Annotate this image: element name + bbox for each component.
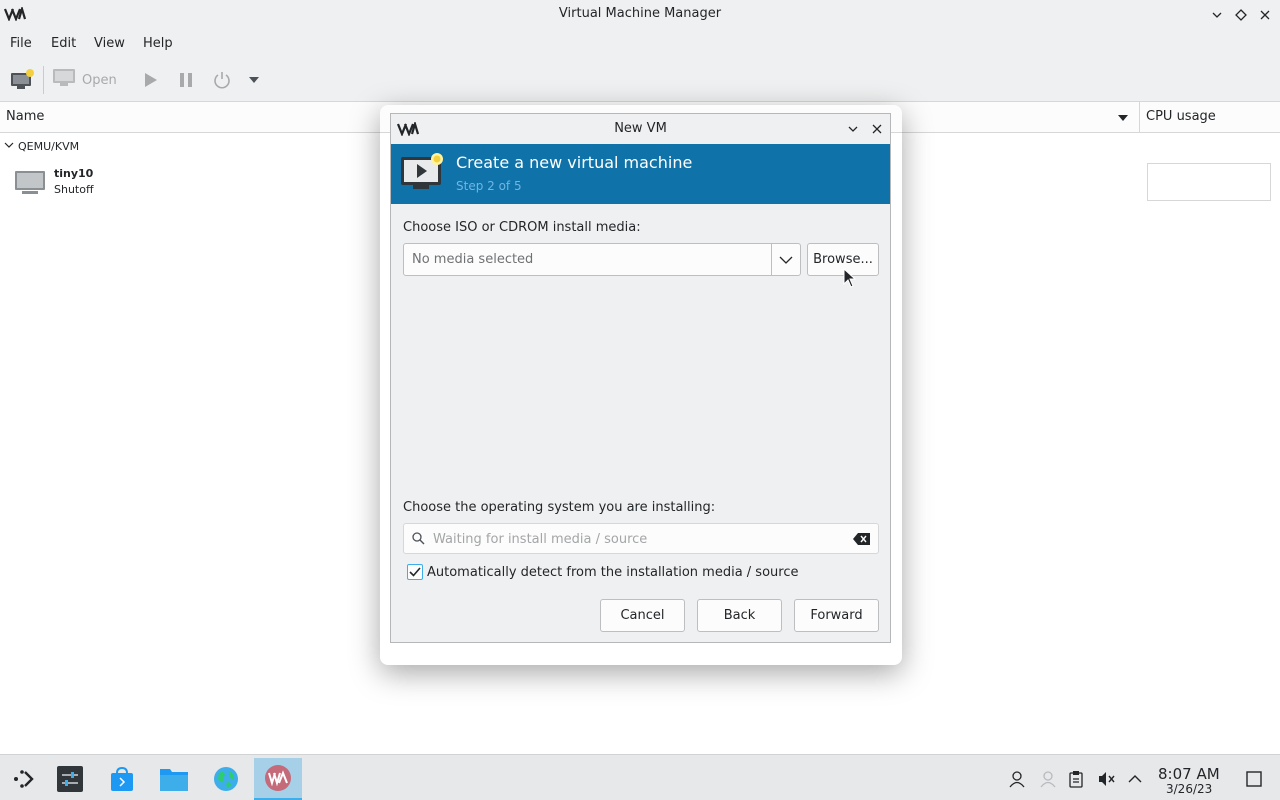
dialog-titlebar: New VM [391,114,890,144]
shutdown-menu-chevron-down-icon[interactable] [244,66,264,94]
menu-view[interactable]: View [94,36,125,51]
install-media-combobox[interactable]: No media selected [403,243,801,276]
menu-file[interactable]: File [10,36,32,51]
install-media-value: No media selected [412,252,534,267]
dialog-heading: Create a new virtual machine [456,153,693,172]
os-search-placeholder: Waiting for install media / source [433,532,648,547]
user-icon[interactable] [1007,769,1027,789]
run-button[interactable] [138,66,162,94]
pause-button[interactable] [174,66,198,94]
back-button[interactable]: Back [697,599,782,632]
close-icon[interactable] [1256,6,1274,24]
new-vm-icon [399,151,447,199]
monitor-icon [52,68,76,92]
vm-row[interactable]: tiny10 Shutoff [0,164,380,200]
column-divider [1139,102,1140,133]
menu-help[interactable]: Help [143,36,173,51]
maximize-icon[interactable] [1232,6,1250,24]
toolbar: Open [0,58,1280,102]
show-desktop-icon[interactable] [1244,769,1264,789]
chevron-down-icon[interactable] [4,140,14,153]
search-icon [412,532,425,549]
application-launcher-icon[interactable] [0,758,48,800]
dialog-minimize-icon[interactable] [844,120,862,138]
virt-manager-task-icon[interactable] [254,758,302,800]
shutdown-button[interactable] [210,66,234,94]
column-cpu-usage[interactable]: CPU usage [1146,109,1216,124]
clipboard-icon[interactable] [1066,769,1086,789]
network-users-icon[interactable] [1038,769,1058,789]
open-label: Open [82,72,117,88]
clock-date[interactable]: 3/26/23 [1166,782,1212,796]
volume-muted-icon[interactable] [1096,769,1116,789]
os-label: Choose the operating system you are inst… [403,500,716,515]
dialog-title: New VM [614,121,667,136]
minimize-icon[interactable] [1208,6,1226,24]
connection-row[interactable]: QEMU/KVM [0,138,380,156]
auto-detect-label[interactable]: Automatically detect from the installati… [427,565,798,580]
taskbar: 8:07 AM 3/26/23 [0,754,1280,800]
auto-detect-checkbox[interactable] [407,564,423,580]
tray-expand-chevron-up-icon[interactable] [1125,769,1145,789]
vm-state: Shutoff [54,183,94,196]
cancel-button[interactable]: Cancel [600,599,685,632]
connection-label: QEMU/KVM [18,140,80,153]
menu-edit[interactable]: Edit [51,36,76,51]
main-titlebar: Virtual Machine Manager [0,0,1280,30]
new-vm-dialog: New VM Create a new virtual machine Step… [390,113,891,643]
chevron-down-icon[interactable] [779,254,793,269]
mouse-pointer-icon [843,267,857,292]
open-button[interactable]: Open [52,66,124,94]
file-manager-icon[interactable] [150,758,198,800]
dialog-close-icon[interactable] [868,120,886,138]
window-title: Virtual Machine Manager [558,6,722,21]
menubar: File Edit View Help [0,30,1280,58]
cpu-usage-graph [1147,163,1271,201]
vm-name: tiny10 [54,167,94,180]
dialog-step: Step 2 of 5 [456,179,522,193]
web-browser-icon[interactable] [202,758,250,800]
dialog-banner: Create a new virtual machine Step 2 of 5 [391,144,890,204]
install-media-label: Choose ISO or CDROM install media: [403,220,641,235]
forward-button[interactable]: Forward [794,599,879,632]
system-settings-icon[interactable] [46,758,94,800]
toolbar-separator [43,66,44,94]
vm-monitor-icon [14,169,46,201]
clear-text-icon[interactable] [853,533,870,549]
clock-time[interactable]: 8:07 AM [1158,765,1220,783]
os-search-field[interactable]: Waiting for install media / source [403,523,879,554]
software-store-icon[interactable] [98,758,146,800]
column-chooser-chevron-down-icon[interactable] [1118,111,1128,126]
column-name[interactable]: Name [6,109,44,124]
combobox-divider [771,244,772,275]
new-vm-button[interactable] [8,66,36,94]
